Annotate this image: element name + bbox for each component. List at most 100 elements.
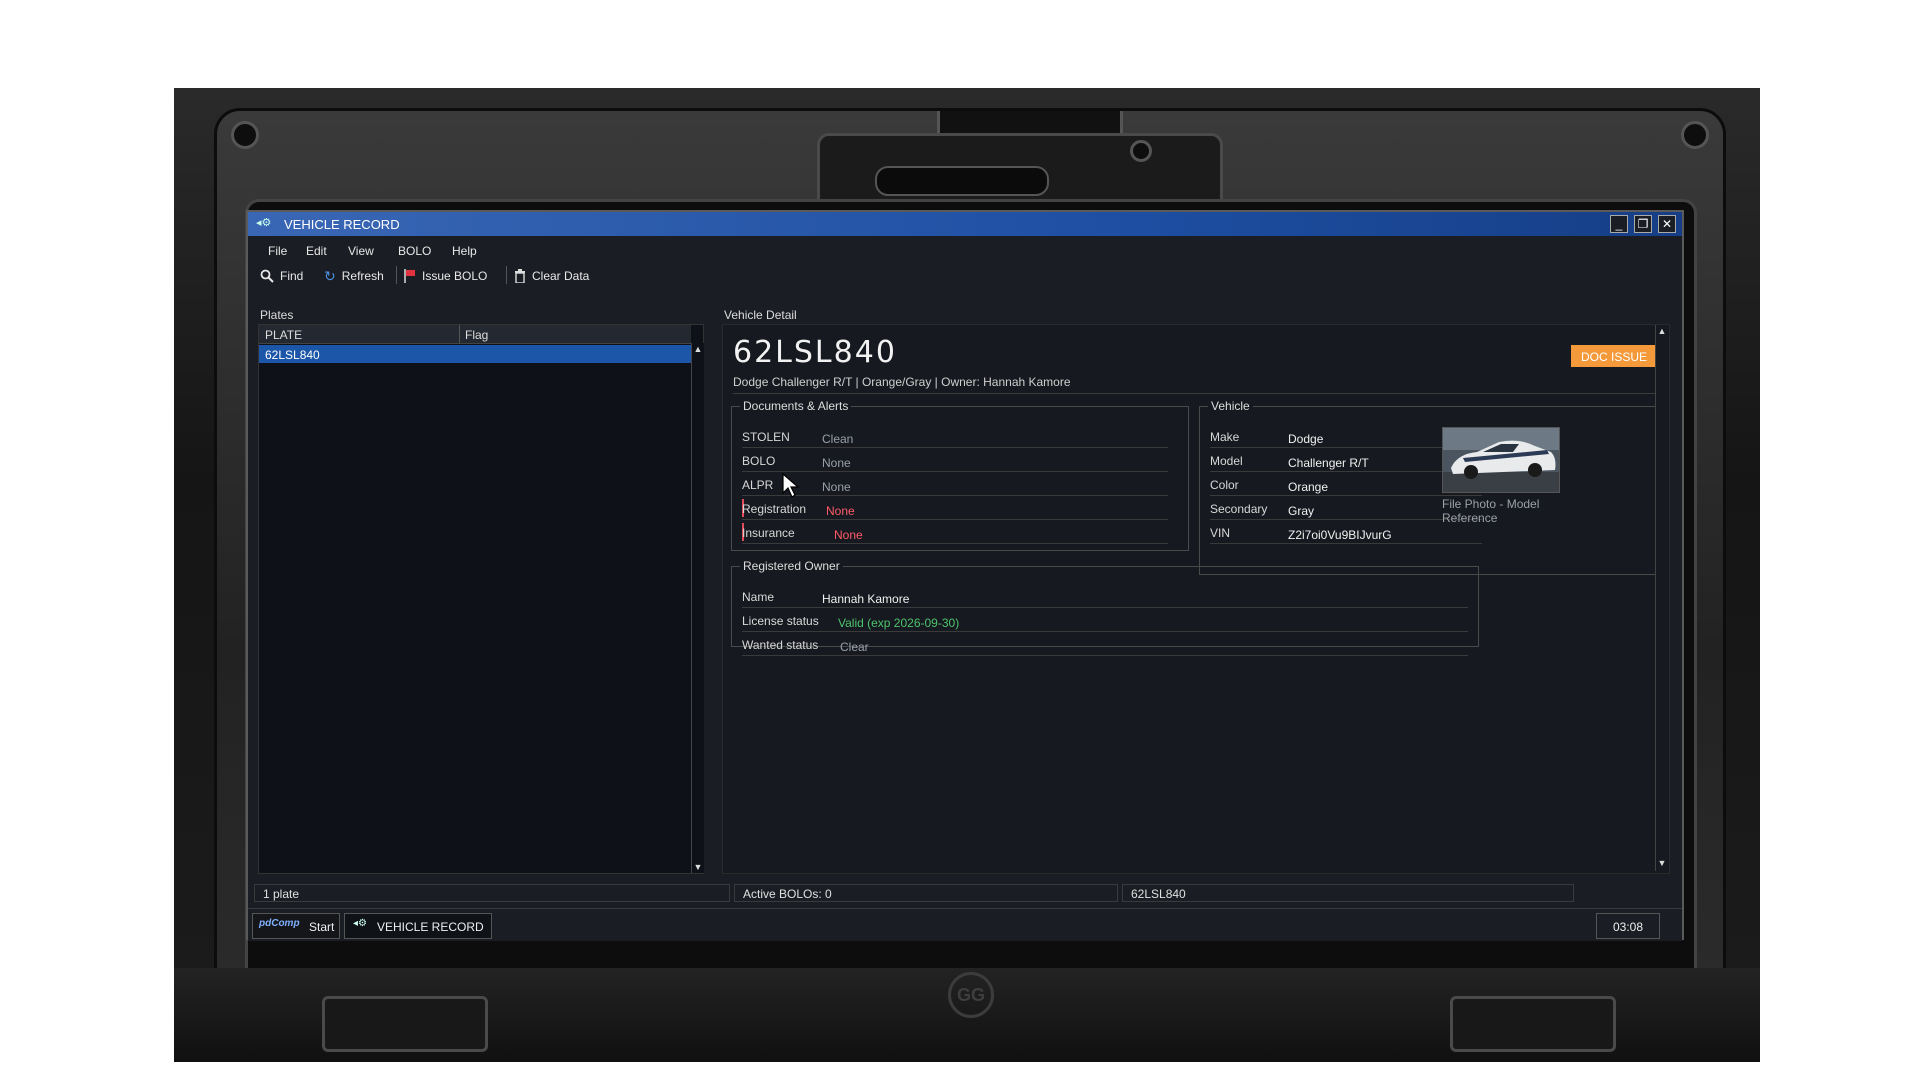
field-value: None bbox=[834, 528, 863, 542]
refresh-label: Refresh bbox=[341, 269, 384, 283]
start-button[interactable]: pdComp Start bbox=[252, 913, 340, 939]
field-value: None bbox=[826, 504, 855, 518]
toolbar: Find ↻ Refresh Issue BOLO Clear Data bbox=[248, 264, 1682, 286]
status-plate-count: 1 plate bbox=[254, 884, 730, 902]
mouse-cursor-icon bbox=[782, 473, 800, 498]
menu-file[interactable]: File bbox=[268, 244, 287, 258]
field-value: Clear bbox=[840, 640, 869, 654]
app-icon: ◂⚙ bbox=[256, 217, 272, 229]
documents-alerts-title: Documents & Alerts bbox=[743, 399, 849, 413]
plates-scrollbar[interactable]: ▲ ▼ bbox=[691, 343, 704, 873]
license-status-row: License status Valid (exp 2026-09-30) bbox=[742, 611, 1468, 632]
field-value: Challenger R/T bbox=[1288, 456, 1369, 470]
owner-name-row: Name Hannah Kamore bbox=[742, 587, 1468, 608]
doc-issue-badge: DOC ISSUE bbox=[1571, 345, 1657, 367]
status-bolo-count: Active BOLOs: 0 bbox=[734, 884, 1118, 902]
field-label: Name bbox=[742, 590, 775, 604]
field-label: Make bbox=[1210, 430, 1240, 444]
plates-label: Plates bbox=[260, 308, 294, 322]
task-label: VEHICLE RECORD bbox=[377, 920, 484, 934]
vehicle-group: Vehicle Make Dodge Model Challenger R/T … bbox=[1199, 399, 1657, 575]
field-value: Orange bbox=[1288, 480, 1329, 494]
field-value: None bbox=[822, 456, 851, 470]
restore-button[interactable]: ❐ bbox=[1634, 215, 1652, 233]
field-label: License status bbox=[742, 614, 819, 628]
wanted-status-row: Wanted status Clear bbox=[742, 635, 1468, 656]
pdcomp-logo: pdComp bbox=[259, 918, 300, 929]
scroll-down-icon[interactable]: ▼ bbox=[1656, 857, 1668, 869]
field-value: None bbox=[822, 480, 851, 494]
menu-edit[interactable]: Edit bbox=[306, 244, 327, 258]
status-text: 1 plate bbox=[263, 887, 300, 901]
status-text: Active BOLOs: 0 bbox=[743, 887, 832, 901]
divider bbox=[733, 393, 1655, 394]
field-label: Model bbox=[1210, 454, 1243, 468]
trash-icon bbox=[515, 269, 525, 283]
refresh-button[interactable]: ↻ Refresh bbox=[324, 266, 384, 286]
field-label: Color bbox=[1210, 478, 1239, 492]
menu-bar: File Edit View BOLO Help bbox=[248, 240, 1682, 260]
find-button[interactable]: Find bbox=[260, 266, 303, 286]
taskbar-item-vehicle-record[interactable]: ◂⚙ VEHICLE RECORD bbox=[344, 913, 492, 939]
status-text: 62LSL840 bbox=[1131, 887, 1186, 901]
insurance-row: Insurance None bbox=[742, 523, 1168, 544]
title-bar[interactable]: ◂⚙ VEHICLE RECORD _ ❐ ✕ bbox=[248, 212, 1682, 236]
vin-row: VIN Z2i7oi0Vu9BIJvurG bbox=[1210, 523, 1482, 544]
window-title: VEHICLE RECORD bbox=[284, 217, 400, 232]
menu-view[interactable]: View bbox=[348, 244, 374, 258]
clock: 03:08 bbox=[1596, 913, 1660, 939]
field-value: Valid (exp 2026-09-30) bbox=[838, 616, 960, 630]
column-flag[interactable]: Flag bbox=[465, 328, 488, 342]
screw-top-right bbox=[1681, 121, 1709, 149]
minimize-button[interactable]: _ bbox=[1610, 215, 1628, 233]
plates-list[interactable]: PLATE Flag 62LSL840 ▲ ▼ bbox=[258, 324, 704, 874]
column-divider[interactable] bbox=[459, 325, 460, 343]
detail-label: Vehicle Detail bbox=[724, 308, 797, 322]
toolbar-separator bbox=[396, 266, 397, 284]
scroll-down-icon[interactable]: ▼ bbox=[692, 861, 704, 873]
hinge-foot-left bbox=[322, 996, 488, 1052]
field-label: Insurance bbox=[742, 526, 795, 540]
field-label: BOLO bbox=[742, 454, 776, 468]
column-plate[interactable]: PLATE bbox=[265, 328, 302, 342]
menu-bolo[interactable]: BOLO bbox=[398, 244, 431, 258]
vehicle-summary: Dodge Challenger R/T | Orange/Gray | Own… bbox=[733, 375, 1071, 389]
clear-data-label: Clear Data bbox=[532, 269, 590, 283]
vehicle-record-window: ◂⚙ VEHICLE RECORD _ ❐ ✕ File Edit View B… bbox=[246, 210, 1684, 941]
hinge-foot-right bbox=[1450, 996, 1616, 1052]
field-label: Wanted status bbox=[742, 638, 819, 652]
start-label: Start bbox=[309, 920, 335, 934]
detail-scrollbar[interactable]: ▲ ▼ bbox=[1655, 325, 1668, 871]
registered-owner-title: Registered Owner bbox=[743, 559, 840, 573]
plate-number: 62LSL840 bbox=[733, 335, 897, 370]
field-value: Hannah Kamore bbox=[822, 592, 910, 606]
scroll-up-icon[interactable]: ▲ bbox=[1656, 325, 1668, 337]
scroll-up-icon[interactable]: ▲ bbox=[692, 343, 704, 355]
field-value: Clean bbox=[822, 432, 854, 446]
alpr-row: ALPR None bbox=[742, 475, 1168, 496]
refresh-icon: ↻ bbox=[324, 267, 336, 284]
field-label: Secondary bbox=[1210, 502, 1268, 516]
plate-cell: 62LSL840 bbox=[265, 348, 320, 362]
laptop-logo: GG bbox=[948, 972, 994, 1018]
vehicle-detail-panel: 62LSL840 Dodge Challenger R/T | Orange/G… bbox=[722, 324, 1670, 874]
screw-top-left bbox=[231, 121, 259, 149]
status-bar: 1 plate Active BOLOs: 0 62LSL840 bbox=[248, 884, 1682, 902]
field-label: Registration bbox=[742, 502, 807, 516]
field-label: VIN bbox=[1210, 526, 1231, 540]
issue-bolo-button[interactable]: Issue BOLO bbox=[404, 266, 487, 286]
registration-row: Registration None bbox=[742, 499, 1168, 520]
find-label: Find bbox=[280, 269, 304, 283]
field-value: Dodge bbox=[1288, 432, 1324, 446]
flag-icon bbox=[404, 269, 415, 283]
close-button[interactable]: ✕ bbox=[1658, 215, 1676, 233]
status-selected-plate: 62LSL840 bbox=[1122, 884, 1574, 902]
field-value: Z2i7oi0Vu9BIJvurG bbox=[1288, 528, 1392, 542]
menu-help[interactable]: Help bbox=[452, 244, 477, 258]
vehicle-title: Vehicle bbox=[1211, 399, 1250, 413]
clear-data-button[interactable]: Clear Data bbox=[514, 266, 589, 286]
car-image bbox=[1443, 428, 1559, 492]
bolo-row: BOLO None bbox=[742, 451, 1168, 472]
table-row[interactable]: 62LSL840 bbox=[259, 345, 691, 363]
app-icon: ◂⚙ bbox=[353, 918, 367, 929]
